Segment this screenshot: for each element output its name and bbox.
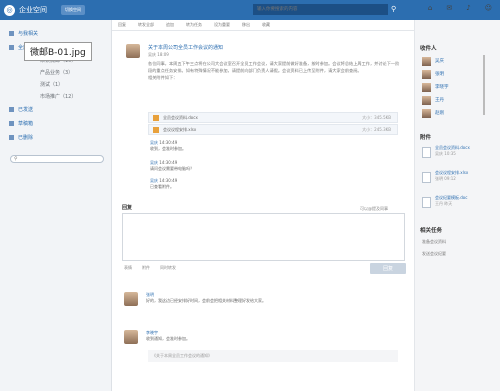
followup-item: 李晓宇 收到通知，会准时参加。 <box>146 330 190 341</box>
toolbar-reply[interactable]: 回复 <box>118 22 126 28</box>
inbox-icon <box>9 44 14 50</box>
message-toolbar: 回复 转发全部 追加 转为任务 设为重要 移出 收藏 <box>112 20 414 31</box>
recipient[interactable]: 赵刚 <box>422 108 444 118</box>
reply-item: 吴庆 14:30:49 收到，会准时参加。 <box>150 140 186 151</box>
toolbar-favorite[interactable]: 收藏 <box>262 22 270 28</box>
tasks-title: 相关任务 <box>420 228 443 234</box>
toolbar-task[interactable]: 转为任务 <box>186 22 202 28</box>
top-icons: ⌂ ✉ ♪ ☺ <box>428 4 492 12</box>
mail-icon <box>9 30 14 36</box>
avatar <box>422 95 431 105</box>
scrollbar[interactable] <box>483 55 485 115</box>
post-body: 各位同事，本周五下午三点将在公司大会议室召开全员工作会议，请大家提前做好准备，按… <box>148 61 400 80</box>
sidebar-item-marketing[interactable]: 市场推广（12） <box>0 90 111 102</box>
image-caption: 微邮B-01.jpg <box>24 42 92 61</box>
reply-textarea[interactable] <box>122 213 405 261</box>
switch-space-button[interactable]: 切换空间 <box>61 5 85 15</box>
search-input[interactable] <box>253 4 388 15</box>
toolbar-move[interactable]: 移出 <box>242 22 250 28</box>
search-icon[interactable]: ⚲ <box>391 5 396 13</box>
doc-item[interactable]: 全员会议资料.docx 吴庆 10:35 <box>422 145 494 167</box>
app-logo: ◎ 企业空间 <box>4 4 47 16</box>
avatar <box>422 69 431 79</box>
top-bar: ◎ 企业空间 切换空间 <box>0 0 500 20</box>
avatar[interactable] <box>124 292 138 306</box>
toolbar-important[interactable]: 设为重要 <box>214 22 230 28</box>
post-title: 关于本周公司全员工作会议的通知 <box>148 45 224 51</box>
post-author: 吴庆 18:09 <box>148 52 169 57</box>
recipient[interactable]: 王丹 <box>422 95 444 105</box>
document-icon <box>422 147 431 158</box>
recipient[interactable]: 李晓宇 <box>422 82 449 92</box>
app-logo-icon: ◎ <box>4 4 15 16</box>
bell-icon[interactable]: ♪ <box>466 4 470 12</box>
recipient[interactable]: 张明 <box>422 69 444 79</box>
reply-section-title: 回复 <box>122 205 133 211</box>
attachment-2[interactable]: 会议议程安排.xlsx 大小：245.3KB <box>148 124 398 135</box>
recipient[interactable]: 吴庆 <box>422 56 444 66</box>
reply-hint: 可以@提及同事 <box>360 206 388 211</box>
sidebar-item-test[interactable]: 测试（1） <box>0 78 111 90</box>
app-title: 企业空间 <box>19 6 47 14</box>
task-item[interactable]: 准备会议资料 <box>422 239 446 245</box>
draft-icon <box>9 120 14 126</box>
user-icon[interactable]: ☺ <box>485 4 492 12</box>
sidebar-item-drafts[interactable]: 草稿箱 <box>0 116 111 130</box>
attachment-1[interactable]: 全员会议资料.docx 大小：345.5KB <box>148 112 398 123</box>
sidebar-search-input[interactable] <box>10 155 104 163</box>
trash-icon <box>9 134 14 140</box>
reply-item: 吴庆 14:30:49 请问会议需要带电脑吗？ <box>150 160 194 171</box>
sidebar-item-sent[interactable]: 已发送 <box>0 102 111 116</box>
send-button[interactable]: 回复 <box>370 263 406 274</box>
avatar <box>422 82 431 92</box>
sidebar-search-icon: ⚲ <box>14 156 18 162</box>
reply-options: 表情 附件 同时转发 <box>124 265 176 271</box>
document-icon <box>422 197 431 208</box>
sidebar-item-related[interactable]: 与我相关 <box>0 26 111 40</box>
file-icon <box>153 127 159 133</box>
sidebar-item-deleted[interactable]: 已删除 <box>0 130 111 144</box>
attach-option[interactable]: 附件 <box>142 265 150 271</box>
file-icon <box>153 115 159 121</box>
quoted-message[interactable]: 《关于本周全员工作会议的通知》 <box>148 350 398 362</box>
sidebar: 与我相关 全部微邮 未读微邮（10） 产品业务（3） 测试（1） 市场推广（12… <box>0 20 112 391</box>
home-icon[interactable]: ⌂ <box>428 4 432 12</box>
avatar <box>422 56 431 66</box>
doc-item[interactable]: 会议纪要模板.doc 王丹 昨天 <box>422 195 494 217</box>
emoji-option[interactable]: 表情 <box>124 265 132 271</box>
document-icon <box>422 172 431 183</box>
recipients-title: 收件人 <box>420 46 437 52</box>
avatar[interactable] <box>126 44 140 58</box>
chat-icon[interactable]: ✉ <box>446 4 452 12</box>
send-icon <box>9 106 14 112</box>
docs-title: 附件 <box>420 135 432 141</box>
avatar <box>422 108 431 118</box>
forward-option[interactable]: 同时转发 <box>160 265 176 271</box>
followup-item: 张明 好的，我这边已经安排好时间，会前会把相关材料整理好发给大家。 <box>146 292 266 303</box>
task-item[interactable]: 发送会议纪要 <box>422 251 446 257</box>
toolbar-forward[interactable]: 转发全部 <box>138 22 154 28</box>
toolbar-append[interactable]: 追加 <box>166 22 174 28</box>
sidebar-item-product[interactable]: 产品业务（3） <box>0 66 111 78</box>
reply-item: 吴庆 14:30:49 已查看附件。 <box>150 178 178 189</box>
doc-item[interactable]: 会议议程安排.xlsx 张明 09:12 <box>422 170 494 192</box>
avatar[interactable] <box>124 330 138 344</box>
